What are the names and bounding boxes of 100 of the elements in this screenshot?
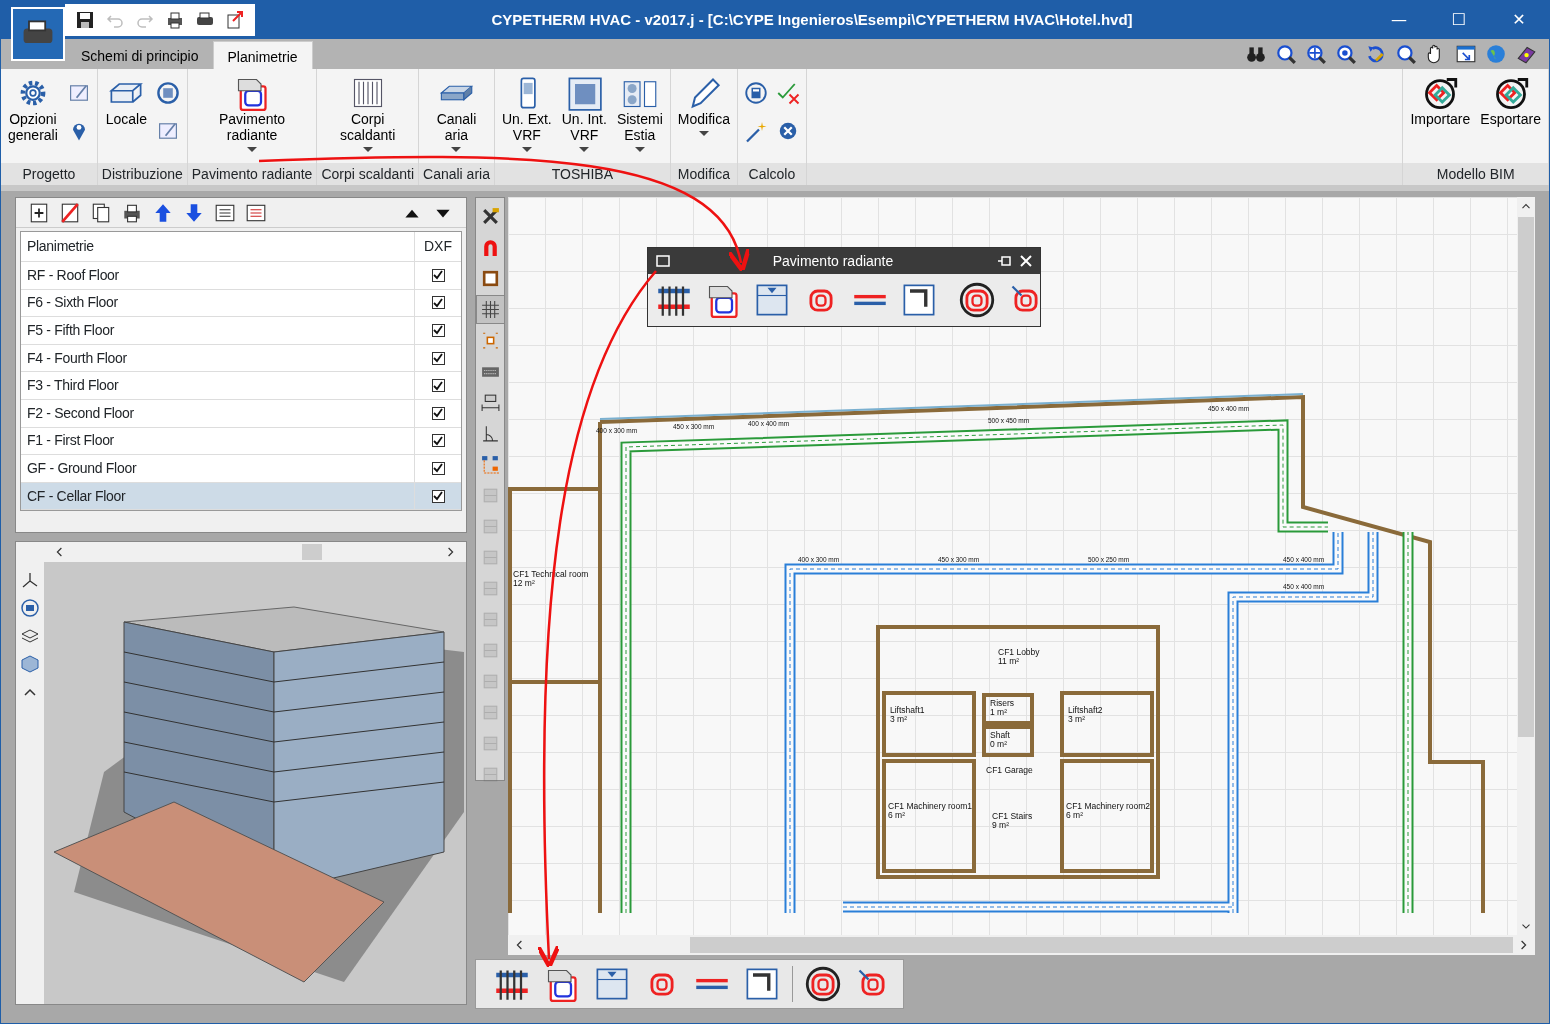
dxf-checkbox[interactable]	[431, 296, 445, 310]
ribbon-button[interactable]: Esportare	[1477, 73, 1544, 163]
ribbon-button[interactable]: Opzioni generali	[5, 73, 61, 163]
room-label: CF1 Stairs 9 m²	[992, 811, 1033, 830]
dxf-checkbox[interactable]	[431, 268, 445, 282]
room-label: Shaft 0 m²	[990, 730, 1010, 749]
dxf-checkbox[interactable]	[431, 406, 445, 420]
scrollbar-thumb[interactable]	[302, 544, 322, 560]
floor-name: F2 - Second Floor	[27, 403, 134, 423]
spiral-refresh-icon	[805, 966, 841, 1002]
floor-row[interactable]: GF - Ground Floor	[21, 455, 461, 483]
column-header: DXF	[423, 237, 453, 256]
ribbon-button[interactable]: Importare	[1407, 73, 1474, 163]
minimize-button[interactable]: —	[1369, 7, 1429, 33]
dropdown-caret-icon	[579, 147, 590, 152]
dxf-checkbox[interactable]	[431, 351, 445, 365]
room-label: CF1 Lobby 11 m²	[998, 647, 1040, 666]
3d-button[interactable]	[18, 596, 42, 620]
add-icon	[28, 201, 50, 224]
ribbon-button[interactable]: Un. Int. VRF	[558, 73, 610, 163]
app-menu-button[interactable]	[11, 7, 65, 61]
scrollbar-thumb[interactable]	[1518, 217, 1534, 737]
dxf-checkbox[interactable]	[431, 324, 445, 337]
floor-row[interactable]: F6 - Sixth Floor	[21, 289, 461, 318]
ribbon-group-label: Modello BIM	[1403, 163, 1548, 185]
spiral-refresh-button[interactable]	[957, 280, 997, 320]
dropdown-caret-icon	[247, 147, 258, 152]
ribbon-tab[interactable]: Planimetrie	[212, 41, 313, 69]
floor-name: F4 - Fourth Floor	[27, 348, 127, 368]
dxf-checkbox[interactable]	[431, 379, 445, 393]
spiral-refresh-button[interactable]	[803, 964, 843, 1004]
zoom-icon	[1395, 43, 1417, 65]
ribbon-group-label: TOSHIBA	[494, 163, 670, 185]
cube-icon	[20, 654, 40, 674]
calculator-icon	[743, 81, 768, 105]
zoom-x2-icon	[1335, 43, 1357, 65]
insert-icon	[594, 966, 630, 1002]
ribbon-group-label: Corpi scaldanti	[317, 163, 418, 185]
axes-icon	[20, 570, 40, 590]
grid-button[interactable]	[475, 295, 505, 324]
export-icon	[225, 10, 245, 30]
close-button[interactable]: ✕	[1489, 7, 1549, 33]
toolbar-title: Pavimento radiante	[771, 251, 895, 271]
ribbon-tab[interactable]: Schemi di principio	[67, 41, 213, 69]
dxf-checkbox[interactable]	[431, 461, 445, 475]
spiral-refresh-icon	[959, 282, 995, 318]
zoom-icon	[1275, 43, 1297, 65]
floor-row[interactable]: CF - Cellar Floor	[21, 482, 461, 511]
ribbon-button[interactable]: Pavimento radiante	[216, 73, 289, 163]
ribbon-button[interactable]: Sistemi Estia	[613, 73, 666, 163]
ribbon-button[interactable]: Un. Ext. VRF	[498, 73, 555, 163]
pin-icon[interactable]	[996, 254, 1012, 268]
dropdown-caret-icon	[698, 131, 709, 136]
floor-name: GF - Ground Floor	[27, 458, 137, 478]
floor-name: F6 - Sixth Floor	[27, 293, 118, 313]
floor-name: CF - Cellar Floor	[27, 486, 126, 506]
ribbon-group-label: Distribuzione	[97, 163, 187, 185]
dropdown-caret-icon	[521, 147, 532, 152]
zoom-all-icon	[1305, 43, 1327, 65]
ribbon-group-label: Progetto	[1, 163, 97, 185]
3d-icon	[20, 598, 40, 618]
ribbon-button[interactable]: Locale	[102, 73, 150, 163]
floor-row[interactable]: F5 - Fifth Floor	[21, 317, 461, 345]
corner-icon	[901, 282, 937, 318]
ribbon-group-label: Canali aria	[419, 163, 494, 185]
floor-row[interactable]: F2 - Second Floor	[21, 399, 461, 428]
close-icon[interactable]	[1020, 255, 1032, 267]
dropdown-caret-icon	[634, 147, 645, 152]
dxf-checkbox[interactable]	[431, 434, 445, 448]
corner-icon	[744, 966, 780, 1002]
grid-icon	[479, 299, 501, 320]
floor-row[interactable]: F1 - First Floor	[21, 427, 461, 456]
floor-name: F3 - Third Floor	[27, 376, 119, 396]
window-icon	[1455, 43, 1477, 65]
window-icon[interactable]	[656, 255, 670, 267]
drawing-canvas[interactable]	[508, 197, 1517, 935]
dropdown-caret-icon	[362, 147, 373, 152]
tree-icon	[479, 454, 501, 475]
floor-row[interactable]: F4 - Fourth Floor	[21, 344, 461, 373]
scrollbar-thumb[interactable]	[690, 937, 1513, 953]
ribbon-button[interactable]: Canali aria	[433, 73, 480, 163]
floor-name: F1 - First Floor	[27, 431, 114, 451]
floor-row[interactable]: F3 - Third Floor	[21, 372, 461, 400]
window-title: CYPETHERM HVAC - v2017.j - [C:\CYPE Ingenieros\Esempi\CYPETHERM HVAC\Hotel.hvd]	[490, 9, 1134, 30]
room-label: CF1 Machinery room2 6 m²	[1066, 801, 1151, 820]
insert-icon	[754, 282, 790, 318]
ribbon-button[interactable]: Modifica	[674, 73, 733, 163]
ribbon-button[interactable]: Corpi scaldanti	[337, 73, 399, 163]
dimension-icon	[479, 392, 501, 413]
room-label: Liftshaft2 3 m²	[1068, 705, 1103, 724]
floor-row[interactable]: RF - Roof Floor	[21, 262, 461, 290]
ribbon-group-label: Modifica	[670, 163, 737, 185]
room-label: Liftshaft1 3 m²	[890, 705, 925, 724]
ribbon-group-label: Pavimento radiante	[187, 163, 317, 185]
copy-icon	[90, 201, 112, 224]
redraw-icon	[1365, 43, 1387, 65]
maximize-button[interactable]: ☐	[1429, 7, 1489, 33]
printer-icon	[165, 10, 185, 30]
dxf-checkbox[interactable]	[431, 489, 445, 503]
room-label: CF1 Garage	[986, 765, 1033, 775]
